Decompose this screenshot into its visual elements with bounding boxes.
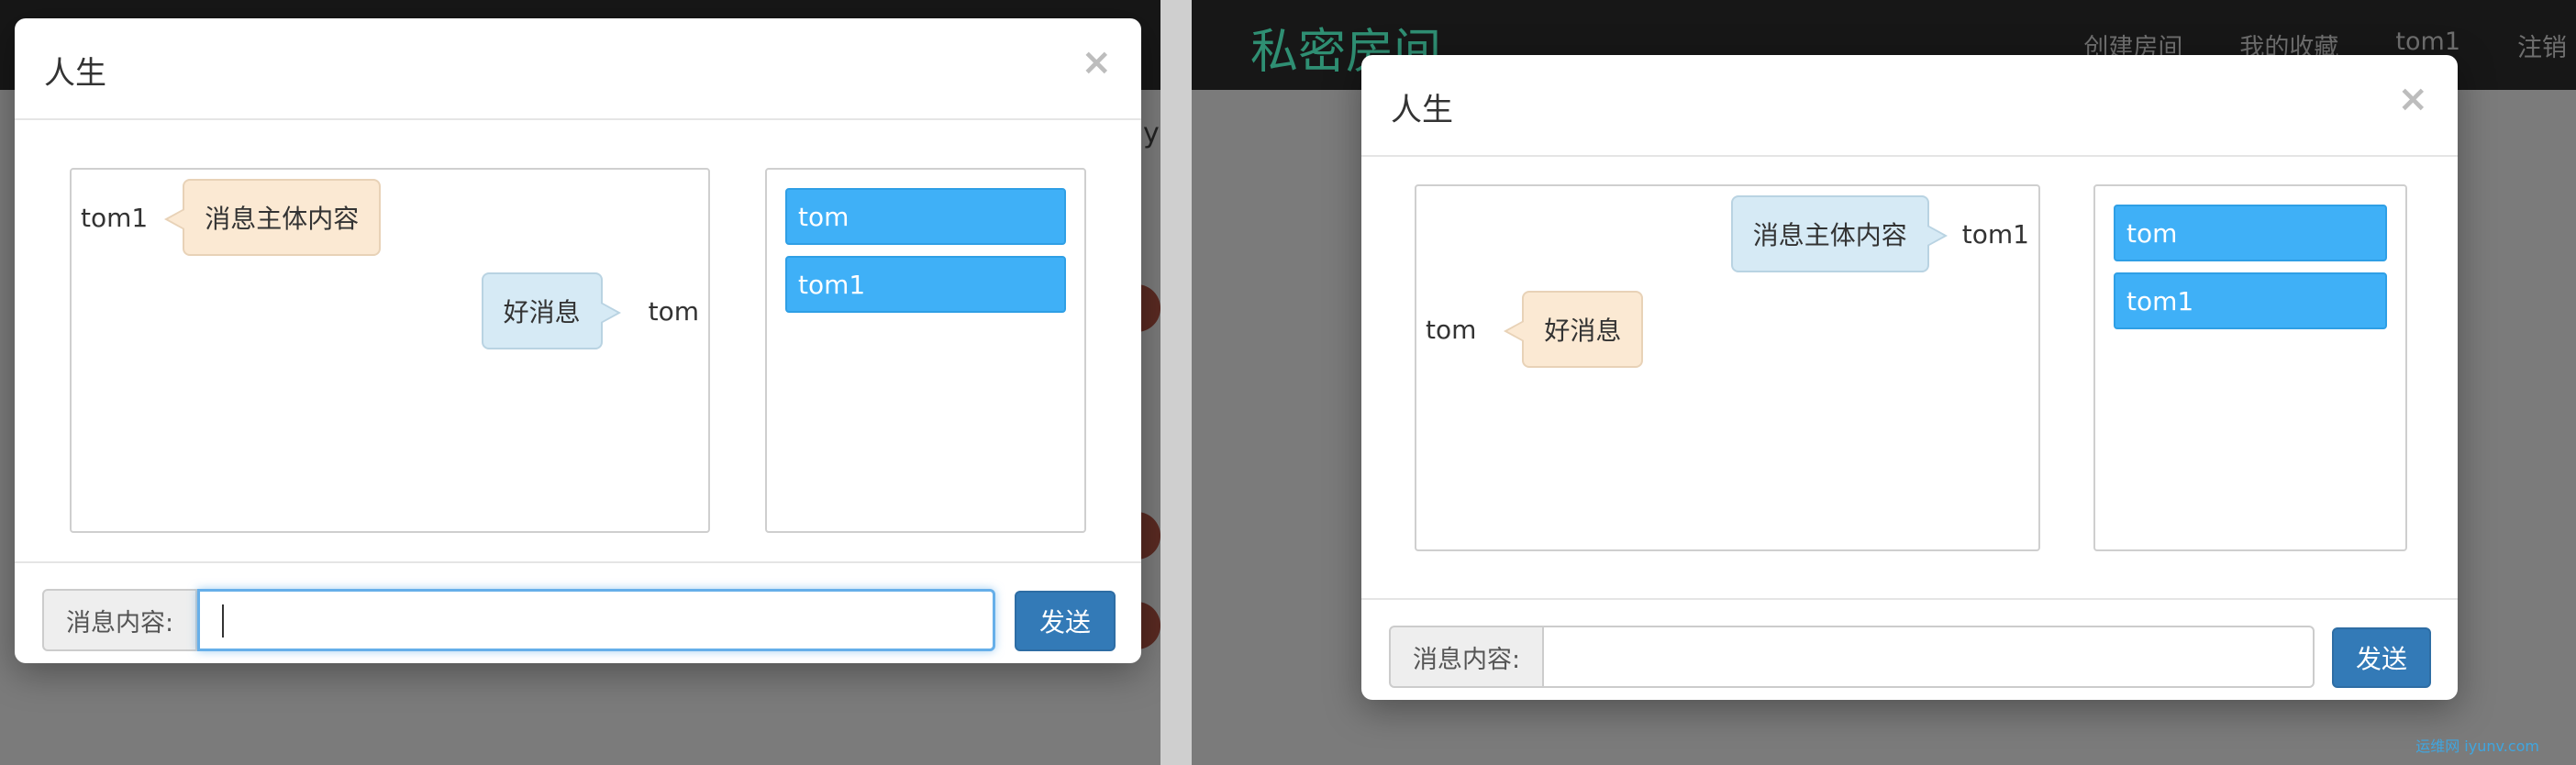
chat-message: tom1 消息主体内容 <box>81 179 382 256</box>
user-list-item[interactable]: tom <box>2114 205 2387 261</box>
send-button[interactable]: 发送 <box>1015 591 1116 651</box>
background-partial-text: y <box>1143 117 1160 150</box>
modal-title: 人生 <box>44 55 106 92</box>
close-icon[interactable]: × <box>1081 44 1112 81</box>
modal-footer: 消息内容: 发送 <box>15 561 1141 663</box>
modal-header: 人生 × <box>15 18 1141 120</box>
message-bubble: 好消息 <box>481 272 621 349</box>
modal-footer: 消息内容: 发送 <box>1361 598 2458 700</box>
message-input[interactable] <box>197 589 996 651</box>
chat-message: tom 好消息 <box>1426 291 1644 368</box>
message-bubble: 好消息 <box>1504 291 1644 368</box>
online-users-list: tom tom1 <box>2093 184 2407 551</box>
online-users-list: tom tom1 <box>765 168 1086 533</box>
message-sender: tom1 <box>1961 218 2029 249</box>
modal-body: tom1 消息主体内容 好消息 tom tom tom1 <box>15 120 1141 561</box>
message-sender: tom <box>648 295 699 327</box>
message-input-label: 消息内容: <box>42 589 198 651</box>
message-input-group: 消息内容: <box>1389 626 2315 688</box>
send-button[interactable]: 发送 <box>2332 627 2431 688</box>
user-list-item[interactable]: tom <box>785 188 1066 245</box>
close-icon[interactable]: × <box>2397 81 2428 117</box>
message-bubble: 消息主体内容 <box>164 179 382 256</box>
user-list-item[interactable]: tom1 <box>2114 272 2387 329</box>
chat-message-area[interactable]: tom1 消息主体内容 好消息 tom <box>70 168 710 533</box>
message-sender: tom <box>1426 314 1477 345</box>
chat-message: 消息主体内容 tom1 <box>1730 195 2029 272</box>
left-screenshot-panel: y 人生 × tom1 消息主体内容 好消息 tom tom tom1 消息内容… <box>0 0 1160 765</box>
message-bubble: 消息主体内容 <box>1730 195 1948 272</box>
message-sender: tom1 <box>81 202 149 233</box>
chat-message: 好消息 tom <box>481 272 699 349</box>
panel-divider <box>1160 0 1192 765</box>
modal-title: 人生 <box>1391 92 1453 128</box>
chat-message-area[interactable]: 消息主体内容 tom1 tom 好消息 <box>1415 184 2040 551</box>
modal-body: 消息主体内容 tom1 tom 好消息 tom tom1 <box>1361 157 2458 598</box>
nav-logout[interactable]: 注销 <box>2517 28 2567 63</box>
message-input[interactable] <box>1544 626 2315 688</box>
message-input-label: 消息内容: <box>1389 626 1545 688</box>
right-screenshot-panel: 私密房间 创建房间 我的收藏 tom1 注销 人生 × 消息主体内容 tom1 … <box>1192 0 2576 765</box>
user-list-item[interactable]: tom1 <box>785 256 1066 313</box>
chat-modal: 人生 × 消息主体内容 tom1 tom 好消息 tom tom1 消息内容: <box>1361 55 2458 700</box>
chat-modal: 人生 × tom1 消息主体内容 好消息 tom tom tom1 消息内容: <box>15 18 1141 663</box>
text-caret <box>222 604 225 638</box>
message-input-group: 消息内容: <box>42 589 996 651</box>
modal-header: 人生 × <box>1361 55 2458 157</box>
watermark-logo: 运维网 iyunv.com <box>2415 737 2539 755</box>
